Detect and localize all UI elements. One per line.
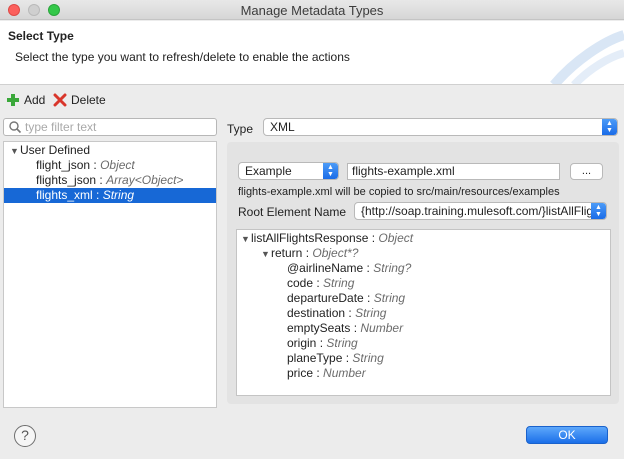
type-select[interactable]: XML ▲ ▼ [263,118,618,136]
root-element-label: Root Element Name [238,205,347,219]
structure-row[interactable]: @airlineName : String? [287,261,411,276]
help-icon: ? [21,427,29,443]
type-filter-input[interactable] [25,120,215,134]
browse-file-button[interactable]: ... [570,163,603,180]
tree-item-flights-json[interactable]: flights_json : Array<Object> [4,173,216,188]
example-copy-note: flights-example.xml will be copied to sr… [238,186,560,198]
add-icon [7,94,19,106]
structure-row[interactable]: departureDate : String [287,291,405,306]
structure-row[interactable]: ▼listAllFlightsResponse : Object [241,231,413,246]
example-mode-select[interactable]: Example ▲ ▼ [238,162,339,180]
structure-row[interactable]: price : Number [287,366,366,381]
metadata-structure-tree[interactable]: ▼listAllFlightsResponse : Object ▼return… [236,229,611,396]
example-file-input[interactable]: flights-example.xml [347,163,560,180]
ok-button[interactable]: OK [526,426,608,444]
delete-button[interactable]: Delete [53,92,106,108]
select-arrows-icon: ▲ ▼ [591,203,606,219]
structure-row[interactable]: destination : String [287,306,386,321]
search-icon [9,121,22,134]
header-title: Select Type [8,29,74,43]
structure-row[interactable]: planeType : String [287,351,384,366]
window-title: Manage Metadata Types [240,3,384,18]
root-element-select[interactable]: {http://soap.training.mulesoft.com/}list… [354,202,607,220]
collapse-triangle-icon[interactable]: ▼ [261,247,271,262]
type-filter[interactable] [3,118,217,136]
add-button-label: Add [24,93,46,107]
help-button[interactable]: ? [14,425,36,447]
delete-icon [53,93,67,107]
header-decoration-icon [550,30,624,84]
type-label: Type [227,122,254,136]
types-tree[interactable]: ▼User Defined flight_json : Object fligh… [3,141,217,408]
structure-row[interactable]: ▼return : Object*? [261,246,358,261]
add-button[interactable]: Add [6,92,45,108]
tree-item-flight-json[interactable]: flight_json : Object [4,158,216,173]
select-arrows-icon: ▲ ▼ [323,163,338,179]
header-description: Select the type you want to refresh/dele… [15,50,350,64]
tree-group-user-defined[interactable]: ▼User Defined [4,143,216,158]
select-arrows-icon: ▲ ▼ [602,119,617,135]
title-bar: Manage Metadata Types [0,0,624,20]
structure-row[interactable]: emptySeats : Number [287,321,403,336]
collapse-triangle-icon[interactable]: ▼ [10,144,20,159]
structure-row[interactable]: origin : String [287,336,358,351]
dialog-header: Select Type Select the type you want to … [0,21,624,85]
collapse-triangle-icon[interactable]: ▼ [241,232,251,247]
structure-row[interactable]: code : String [287,276,354,291]
tree-item-flights-xml[interactable]: flights_xml : String [4,188,216,203]
delete-button-label: Delete [71,93,106,107]
